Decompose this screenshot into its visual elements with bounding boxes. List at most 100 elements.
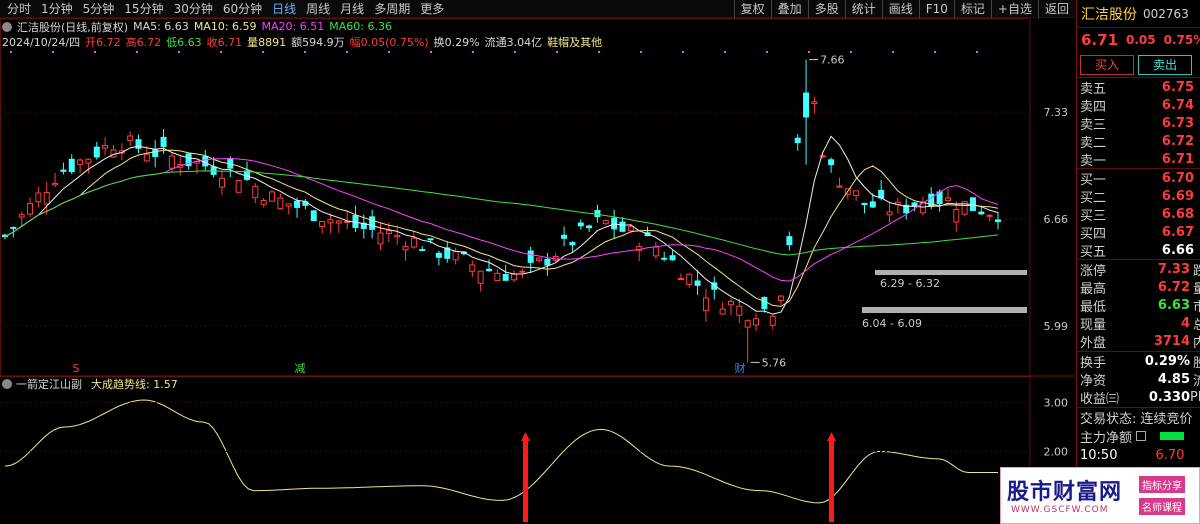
quote-label: 换手 bbox=[1080, 355, 1107, 371]
candle-body bbox=[519, 270, 526, 273]
price-change-pct: 0.75% bbox=[1163, 33, 1200, 47]
tool-button[interactable]: +自选 bbox=[990, 0, 1038, 18]
signal-dot bbox=[598, 51, 600, 53]
quote-row: 卖三 6.73 bbox=[1077, 114, 1200, 133]
candle-body bbox=[861, 202, 868, 206]
candle-body bbox=[68, 158, 75, 173]
bar-amount: 额594.9万 bbox=[291, 35, 345, 49]
tool-button[interactable]: 叠加 bbox=[770, 0, 808, 18]
quote-extra: 流 bbox=[1193, 370, 1200, 389]
candle-body bbox=[202, 156, 209, 167]
period-tab[interactable]: 15分钟 bbox=[119, 0, 168, 18]
candle-body bbox=[677, 278, 684, 281]
period-tab[interactable]: 多周期 bbox=[369, 0, 415, 18]
candle-body bbox=[978, 211, 985, 215]
candle-body bbox=[527, 250, 534, 263]
quote-extra: 内 bbox=[1193, 332, 1200, 351]
bar-sector[interactable]: 鞋帽及其他 bbox=[547, 34, 602, 50]
quote-label: 卖二 bbox=[1080, 136, 1107, 152]
tool-button[interactable]: 画线 bbox=[881, 0, 919, 18]
period-tab[interactable]: 30分钟 bbox=[169, 0, 218, 18]
signal-dot bbox=[976, 51, 978, 53]
quote-value: 6.71 bbox=[1161, 152, 1194, 168]
ma10-value: MA10: 6.59 bbox=[193, 20, 257, 33]
kline-chart[interactable]: 7.33 6.66 5.99 6.29 - 6.32 6.04 - 6.09 7.66 5.… bbox=[0, 0, 1075, 524]
candle-body bbox=[828, 159, 835, 166]
period-tab[interactable]: 1分钟 bbox=[36, 0, 78, 18]
quote-row: 买一 6.70 bbox=[1077, 169, 1200, 188]
signal-dot bbox=[346, 51, 348, 53]
time-row: 10:50 6.70 bbox=[1077, 446, 1200, 465]
watermark-url: WWW.GSCFW.COM bbox=[1011, 505, 1109, 515]
candle-body bbox=[753, 318, 760, 326]
candle-body bbox=[410, 237, 417, 248]
candle-body bbox=[152, 149, 159, 158]
indicator-value: 大成趋势线: 1.57 bbox=[91, 377, 178, 391]
main-net-row: 主力净额 bbox=[1077, 427, 1200, 446]
quote-value: 6.68 bbox=[1161, 206, 1194, 222]
period-tab[interactable]: 周线 bbox=[301, 0, 335, 18]
candle-body bbox=[435, 252, 442, 258]
candle-body bbox=[944, 197, 951, 202]
bar-date: 2024/10/24/四 bbox=[2, 35, 81, 49]
period-tab[interactable]: 5分钟 bbox=[78, 0, 120, 18]
tool-button[interactable]: 多股 bbox=[807, 0, 845, 18]
watermark-title: 股市财富网 bbox=[1007, 479, 1123, 505]
candle-body bbox=[285, 203, 292, 207]
tool-button[interactable]: F10 bbox=[918, 0, 954, 18]
signal-dot bbox=[136, 51, 138, 53]
candle-body bbox=[736, 305, 743, 316]
bar-open: 开6.72 bbox=[85, 35, 121, 49]
signal-dot bbox=[514, 51, 516, 53]
buy-signal-bar bbox=[829, 438, 834, 522]
stock-code: 002763 bbox=[1143, 6, 1189, 21]
period-tab[interactable]: 月线 bbox=[335, 0, 369, 18]
range-label-lower: 6.04 - 6.09 bbox=[862, 317, 922, 330]
signal-dot bbox=[220, 51, 222, 53]
indicator-settings-icon bbox=[2, 379, 12, 389]
quote-value: 7.33 bbox=[1157, 261, 1190, 277]
candle-body bbox=[127, 135, 134, 141]
period-tabs: 分时 1分钟 5分钟 15分钟 30分钟 60分钟 日线 周线 月线 多周期 更多 bbox=[2, 0, 449, 18]
ma20-value: MA20: 6.51 bbox=[261, 20, 325, 33]
candle-body bbox=[85, 158, 92, 164]
candle-body bbox=[135, 139, 142, 149]
quote-value: 6.69 bbox=[1161, 188, 1194, 204]
candle-body bbox=[235, 179, 242, 193]
quote-label: 最高 bbox=[1080, 281, 1107, 297]
stock-price-line: 6.71 0.05 0.75% bbox=[1077, 28, 1200, 52]
quote-row: 买二 6.69 bbox=[1077, 187, 1200, 206]
quote-value: 0.29% bbox=[1144, 353, 1190, 369]
quote-row: 卖四 6.74 bbox=[1077, 96, 1200, 115]
tool-button[interactable]: 返回 bbox=[1037, 0, 1075, 18]
period-tab[interactable]: 日线 bbox=[267, 0, 301, 18]
candle-body bbox=[744, 320, 751, 328]
tool-button[interactable]: 统计 bbox=[844, 0, 882, 18]
tool-button[interactable]: 复权 bbox=[733, 0, 771, 18]
period-tab[interactable]: 60分钟 bbox=[218, 0, 267, 18]
chart-title: 汇洁股份(日线,前复权) bbox=[17, 20, 129, 34]
ma60-line bbox=[4, 170, 999, 256]
quote-row: 净资 4.85流 bbox=[1077, 370, 1200, 389]
candle-body bbox=[60, 169, 67, 172]
indicator-title: 一箭定江山副 bbox=[16, 377, 82, 391]
candle-body bbox=[727, 300, 734, 306]
period-tab[interactable]: 更多 bbox=[415, 0, 449, 18]
buy-button[interactable]: 买入 bbox=[1080, 54, 1134, 75]
candle-body bbox=[252, 185, 259, 199]
sell-button[interactable]: 卖出 bbox=[1138, 54, 1192, 75]
tool-button[interactable]: 标记 bbox=[953, 0, 991, 18]
quote-row: 最高 6.72量 bbox=[1077, 278, 1200, 297]
settings-circle-icon[interactable] bbox=[2, 21, 12, 32]
quote-extra: 量 bbox=[1193, 278, 1200, 297]
period-tab[interactable]: 分时 bbox=[2, 0, 36, 18]
candle-body bbox=[419, 249, 426, 252]
net-bar bbox=[1160, 432, 1185, 440]
candle-body bbox=[335, 220, 342, 224]
quote-row: 收益㈢ 0.330PE bbox=[1077, 388, 1200, 407]
candle-body bbox=[427, 238, 434, 241]
grid-icon bbox=[1136, 431, 1147, 441]
candle-body bbox=[260, 200, 267, 205]
candle-body bbox=[569, 242, 576, 246]
event-marker: 减 bbox=[295, 362, 306, 375]
